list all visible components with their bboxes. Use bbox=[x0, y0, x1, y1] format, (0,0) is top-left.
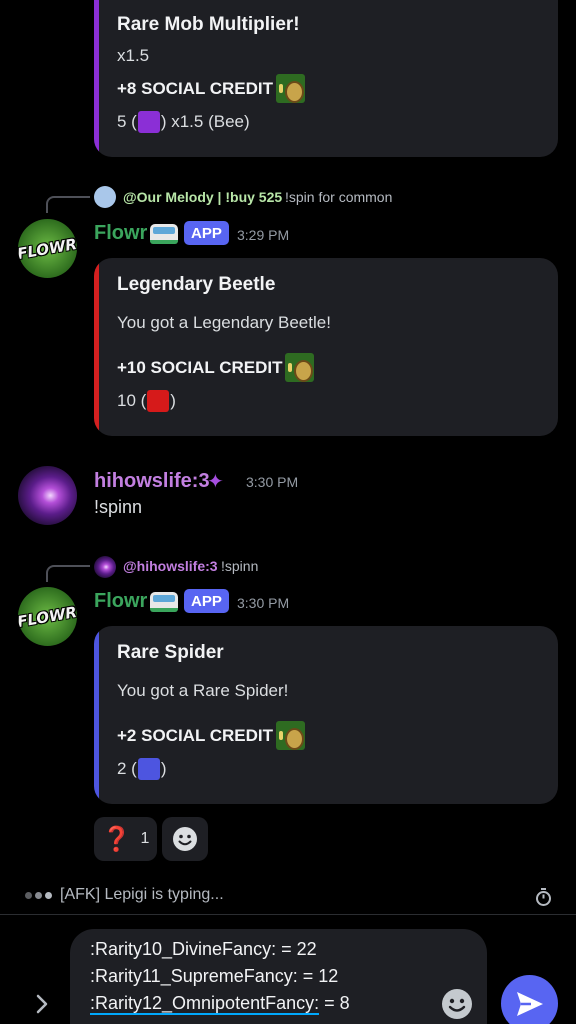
author-name[interactable]: Flowr bbox=[94, 590, 147, 613]
count-suffix: ) bbox=[160, 759, 167, 778]
embed-credit: +10 SOCIAL CREDIT bbox=[117, 353, 315, 382]
timestamp: 3:30 PM bbox=[237, 595, 290, 611]
embed-rare-mob-multiplier: Rare Mob Multiplier! x1.5 +8 SOCIAL CRED… bbox=[94, 0, 558, 157]
embed-accent-bar bbox=[94, 626, 99, 804]
flowr-avatar[interactable]: FLOWR bbox=[18, 219, 77, 278]
app-badge: APP bbox=[184, 589, 229, 613]
count-suffix: ) x1.5 (Bee) bbox=[160, 112, 250, 131]
embed-count: 10 ( ) bbox=[117, 390, 176, 412]
author-name[interactable]: Flowr bbox=[94, 222, 147, 245]
expand-button[interactable] bbox=[28, 990, 56, 1018]
flowr-logo: FLOWR bbox=[18, 602, 77, 631]
author-name[interactable]: hihowslife:3 bbox=[94, 470, 210, 493]
embed-text: You got a Legendary Beetle! bbox=[117, 313, 331, 332]
embed-count: 5 ( ) x1.5 (Bee) bbox=[117, 111, 250, 133]
app-badge: APP bbox=[184, 221, 229, 245]
composer-line: :Rarity12_OmnipotentFancy: = 8 bbox=[90, 993, 350, 1015]
beetle-emoji-icon bbox=[285, 353, 315, 382]
reply-avatar[interactable] bbox=[94, 556, 116, 578]
credit-label: +8 SOCIAL CREDIT bbox=[117, 78, 274, 98]
reply-author[interactable]: @Our Melody | !buy 525 bbox=[123, 189, 282, 205]
credit-label: +10 SOCIAL CREDIT bbox=[117, 357, 283, 377]
typing-text: [AFK] Lepigi is typing... bbox=[60, 886, 224, 903]
reply-connector bbox=[46, 196, 90, 213]
emoji-code: :Rarity11_SupremeFancy: bbox=[90, 966, 298, 986]
question-mark-icon: ❓ bbox=[101, 825, 132, 853]
reply-text[interactable]: !spinn bbox=[221, 558, 258, 574]
embed-title: Rare Spider bbox=[117, 642, 224, 663]
sparkle-icon: ✦ bbox=[207, 471, 224, 493]
emoji-code-highlighted: :Rarity12_OmnipotentFancy: bbox=[90, 993, 320, 1015]
reply-connector bbox=[46, 565, 90, 582]
typing-dot bbox=[45, 891, 52, 899]
reply-text[interactable]: !spin for common bbox=[285, 189, 392, 205]
embed-accent-bar bbox=[94, 258, 99, 436]
chevron-right-icon bbox=[36, 994, 48, 1014]
divider bbox=[0, 914, 576, 915]
count-prefix: 5 ( bbox=[117, 112, 137, 131]
emoji-value: = 12 bbox=[297, 966, 339, 986]
credit-label: +2 SOCIAL CREDIT bbox=[117, 725, 274, 745]
count-prefix: 10 ( bbox=[117, 391, 147, 410]
send-icon bbox=[516, 991, 543, 1016]
reaction-count: 1 bbox=[140, 830, 150, 847]
message-content: !spinn bbox=[94, 497, 143, 517]
embed-legendary-beetle: Legendary Beetle You got a Legendary Bee… bbox=[94, 258, 558, 436]
reply-author[interactable]: @hihowslife:3 bbox=[123, 558, 218, 574]
timestamp: 3:29 PM bbox=[237, 227, 290, 243]
bus-icon bbox=[150, 592, 178, 612]
add-reaction-icon bbox=[173, 827, 197, 851]
count-prefix: 2 ( bbox=[117, 759, 137, 778]
blue-square-icon bbox=[137, 758, 160, 780]
embed-credit: +2 SOCIAL CREDIT bbox=[117, 721, 306, 750]
flowr-logo: FLOWR bbox=[18, 234, 77, 263]
emoji-icon[interactable] bbox=[441, 988, 473, 1020]
beetle-emoji-icon bbox=[276, 74, 306, 103]
composer-line: :Rarity10_DivineFancy: = 22 bbox=[90, 939, 317, 960]
flowr-avatar[interactable]: FLOWR bbox=[18, 587, 77, 646]
embed-text: You got a Rare Spider! bbox=[117, 681, 289, 700]
reaction-question[interactable]: ❓ 1 bbox=[94, 817, 157, 861]
embed-accent-bar bbox=[94, 0, 99, 157]
bus-icon bbox=[150, 224, 178, 244]
composer-line: :Rarity11_SupremeFancy: = 12 bbox=[90, 966, 338, 987]
typing-indicator: [AFK] Lepigi is typing... bbox=[25, 886, 224, 904]
reply-avatar[interactable] bbox=[94, 186, 116, 208]
embed-title: Legendary Beetle bbox=[117, 274, 276, 295]
typing-dot bbox=[35, 891, 42, 899]
send-button[interactable] bbox=[501, 975, 558, 1024]
beetle-emoji-icon bbox=[276, 721, 306, 750]
embed-title: Rare Mob Multiplier! bbox=[117, 14, 300, 35]
typing-dot bbox=[25, 891, 32, 899]
emoji-value: = 8 bbox=[319, 993, 350, 1013]
embed-count: 2 ( ) bbox=[117, 758, 167, 780]
embed-rare-spider: Rare Spider You got a Rare Spider! +2 SO… bbox=[94, 626, 558, 804]
embed-text: x1.5 bbox=[117, 46, 150, 65]
hihowslife-avatar[interactable] bbox=[18, 466, 77, 525]
count-suffix: ) bbox=[170, 391, 176, 410]
add-reaction-button[interactable] bbox=[162, 817, 208, 861]
purple-square-icon bbox=[137, 111, 160, 133]
embed-credit: +8 SOCIAL CREDIT bbox=[117, 74, 306, 103]
red-square-icon bbox=[147, 390, 170, 412]
message-input[interactable]: :Rarity10_DivineFancy: = 22 :Rarity11_Su… bbox=[70, 929, 487, 1024]
emoji-value: = 22 bbox=[276, 939, 317, 959]
timestamp: 3:30 PM bbox=[246, 474, 299, 490]
emoji-code: :Rarity10_DivineFancy: bbox=[90, 939, 277, 959]
stopwatch-icon[interactable] bbox=[535, 888, 552, 906]
